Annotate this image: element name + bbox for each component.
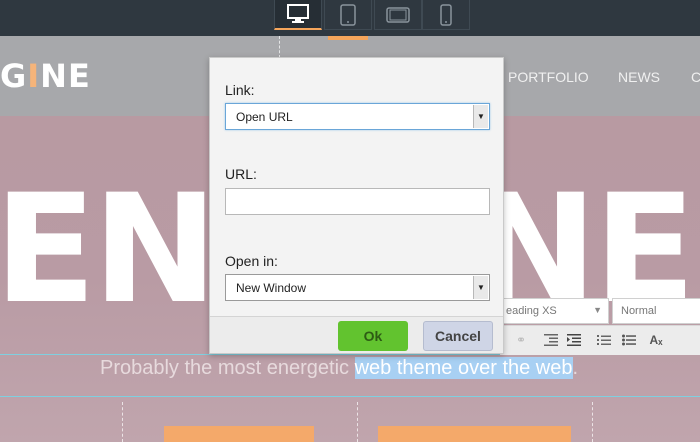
link-label: Link:	[225, 82, 255, 98]
logo-text: G	[0, 57, 28, 95]
tagline-selection: web theme over the web	[354, 357, 573, 379]
guide-line	[122, 402, 123, 442]
url-input[interactable]	[225, 188, 490, 215]
chevron-down-icon: ▼	[593, 305, 602, 315]
phone-icon	[440, 3, 452, 26]
unlink-icon[interactable]: ⚭	[513, 332, 529, 348]
open-in-select[interactable]: New Window ▼	[225, 274, 490, 301]
font-size-select[interactable]: Normal	[612, 298, 700, 324]
guide-line	[592, 402, 593, 442]
nav-contact[interactable]: C	[691, 69, 700, 85]
chevron-down-icon[interactable]: ▼	[473, 105, 488, 128]
chevron-down-icon[interactable]: ▼	[473, 276, 488, 299]
device-toolbar	[0, 0, 700, 36]
hero-button[interactable]	[164, 426, 314, 442]
open-in-value: New Window	[236, 281, 307, 295]
open-in-label: Open in:	[225, 253, 278, 269]
tablet-landscape-view-button[interactable]	[374, 0, 422, 30]
guide-line	[0, 396, 700, 397]
guide-line	[279, 36, 280, 58]
hero-title-left: EN	[0, 163, 218, 337]
hero-tagline[interactable]: Probably the most energetic web theme ov…	[100, 357, 578, 380]
numbered-list-icon[interactable]	[596, 332, 612, 348]
clear-format-icon[interactable]: Aₓ	[648, 332, 664, 348]
ok-button[interactable]: Ok	[338, 321, 408, 351]
nav-portfolio[interactable]: PORTFOLIO	[508, 69, 589, 85]
bulleted-list-icon[interactable]	[621, 332, 637, 348]
site-logo[interactable]: GINE	[0, 57, 91, 95]
accent-tab	[328, 36, 368, 40]
url-label: URL:	[225, 166, 257, 182]
tagline-text: .	[572, 357, 579, 379]
heading-select[interactable]: eading XS ▼	[497, 298, 609, 324]
outdent-icon[interactable]	[543, 332, 559, 348]
link-dialog: Link: Open URL ▼ URL: Open in: New Windo…	[209, 57, 504, 354]
font-size-select-value: Normal	[621, 305, 657, 317]
logo-text: NE	[40, 57, 91, 95]
link-type-select[interactable]: Open URL ▼	[225, 103, 490, 130]
tablet-portrait-icon	[340, 3, 356, 26]
desktop-icon	[287, 4, 309, 23]
nav-news[interactable]: NEWS	[618, 69, 660, 85]
guide-line	[357, 402, 358, 442]
tablet-portrait-view-button[interactable]	[324, 0, 372, 30]
phone-view-button[interactable]	[422, 0, 470, 30]
heading-select-value: eading XS	[506, 305, 557, 317]
indent-icon[interactable]	[566, 332, 582, 348]
hero-button[interactable]	[378, 426, 571, 442]
tablet-landscape-icon	[386, 6, 410, 23]
cancel-button[interactable]: Cancel	[423, 321, 493, 351]
logo-accent: I	[27, 57, 41, 95]
desktop-view-button[interactable]	[274, 0, 322, 30]
link-type-value: Open URL	[236, 110, 293, 124]
tagline-text: Probably the most energetic	[100, 357, 355, 379]
